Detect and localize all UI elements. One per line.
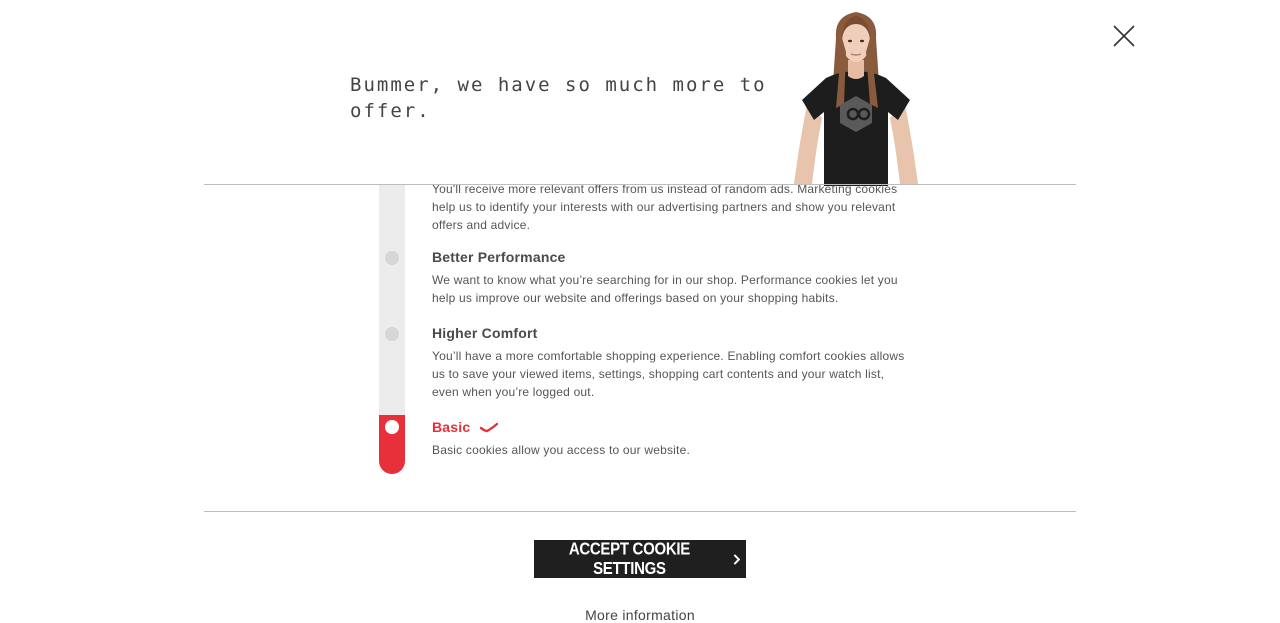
accept-button-label: ACCEPT COOKIE SETTINGS [568, 539, 690, 579]
level-description: You’ll have a more comfortable shopping … [432, 349, 905, 399]
model-image [794, 12, 918, 186]
level-description: Basic cookies allow you access to our we… [432, 443, 690, 457]
level-dot-basic[interactable] [385, 420, 399, 434]
bottom-divider [204, 511, 1076, 512]
level-title: Basic [432, 419, 471, 435]
level-item-higher-comfort[interactable]: Higher Comfort You’ll have a more comfor… [432, 325, 912, 401]
level-dot-higher-comfort[interactable] [385, 327, 399, 341]
level-title: Higher Comfort [432, 325, 538, 341]
close-icon[interactable] [1112, 24, 1136, 48]
level-description: We want to know what you’re searching fo… [432, 273, 898, 305]
level-description: You'll receive more relevant offers from… [432, 185, 898, 232]
cookie-levels-list[interactable]: You'll receive more relevant offers from… [204, 185, 1076, 511]
check-icon [480, 423, 499, 433]
level-dot-better-performance[interactable] [385, 251, 399, 265]
chevron-right-icon [733, 553, 740, 565]
level-title: Better Performance [432, 249, 566, 265]
level-title-row: Basic [432, 419, 912, 435]
more-information-link[interactable]: More information [0, 607, 1280, 623]
level-item-basic[interactable]: Basic Basic cookies allow you access to … [432, 419, 912, 459]
close-button[interactable] [1112, 24, 1136, 48]
level-item-better-performance[interactable]: Better Performance We want to know what … [432, 249, 912, 307]
level-item-marketing: You'll receive more relevant offers from… [432, 185, 912, 234]
accept-cookie-settings-button[interactable]: ACCEPT COOKIE SETTINGS [534, 539, 746, 579]
dialog-headline: Bummer, we have so much more to offer. [350, 74, 767, 122]
